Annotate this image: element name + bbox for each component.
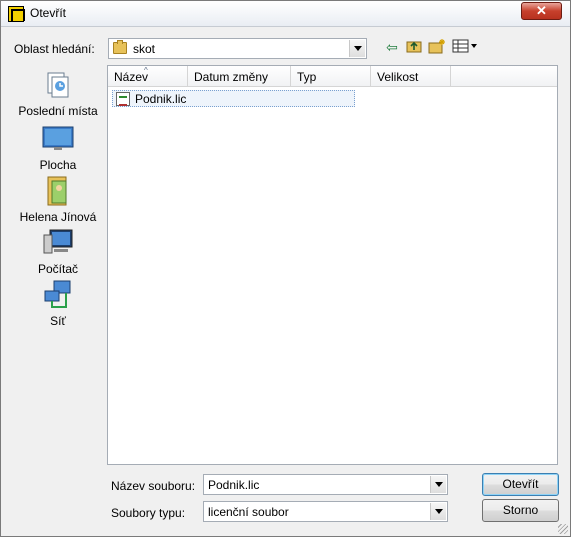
recent-places-icon xyxy=(42,69,74,101)
folder-icon xyxy=(113,40,127,54)
place-network[interactable]: Síť xyxy=(11,279,105,328)
network-icon xyxy=(42,279,74,311)
place-computer[interactable]: Počítač xyxy=(11,227,105,276)
app-icon xyxy=(8,6,25,22)
user-folder-icon xyxy=(42,175,74,207)
filetype-label: Soubory typu: xyxy=(111,506,186,520)
filename-label: Název souboru: xyxy=(111,479,196,493)
places-bar: Poslední místa Plocha Helena Jínová Počí… xyxy=(11,63,103,463)
file-name: Podnik.lic xyxy=(135,92,187,106)
title-bar[interactable]: Otevřít ✕ xyxy=(1,1,570,27)
views-menu-icon[interactable] xyxy=(452,38,478,56)
place-user[interactable]: Helena Jínová xyxy=(11,175,105,224)
list-item[interactable]: Podnik.lic xyxy=(112,90,355,107)
look-in-select[interactable]: skot xyxy=(108,38,367,59)
place-label: Poslední místa xyxy=(18,104,98,118)
back-arrow-icon[interactable]: ⇦ xyxy=(383,38,401,56)
chevron-down-icon[interactable] xyxy=(430,476,446,493)
column-header-name[interactable]: Název ^ xyxy=(108,66,188,87)
filename-input[interactable]: Podnik.lic xyxy=(203,474,448,495)
chevron-down-icon[interactable] xyxy=(430,503,446,520)
file-list[interactable]: Název ^ Datum změny Typ Velikost Podnik.… xyxy=(107,65,558,465)
place-recent[interactable]: Poslední místa xyxy=(11,69,105,118)
place-label: Počítač xyxy=(37,262,79,276)
close-button[interactable]: ✕ xyxy=(521,2,562,20)
chevron-down-icon[interactable] xyxy=(349,40,365,57)
place-label: Helena Jínová xyxy=(19,210,97,224)
desktop-icon xyxy=(42,123,74,155)
computer-icon xyxy=(42,227,74,259)
place-desktop[interactable]: Plocha xyxy=(11,123,105,172)
look-in-label: Oblast hledání: xyxy=(14,42,95,56)
column-header-size[interactable]: Velikost xyxy=(371,66,451,87)
look-in-value: skot xyxy=(133,42,156,56)
place-label: Síť xyxy=(50,314,66,328)
new-folder-icon[interactable] xyxy=(428,38,446,56)
column-header-filler xyxy=(451,66,557,87)
column-header-date[interactable]: Datum změny xyxy=(188,66,291,87)
column-header-type[interactable]: Typ xyxy=(291,66,371,87)
license-file-icon xyxy=(116,92,130,106)
resize-grip[interactable] xyxy=(558,524,568,534)
open-button[interactable]: Otevřít xyxy=(482,473,559,496)
sort-ascending-icon: ^ xyxy=(144,66,148,75)
up-folder-icon[interactable] xyxy=(405,38,423,56)
window-title: Otevřít xyxy=(30,6,67,20)
filetype-select[interactable]: licenční soubor xyxy=(203,501,448,522)
place-label: Plocha xyxy=(39,158,77,172)
open-dialog: Otevřít ✕ Oblast hledání: skot ⇦ Posledn… xyxy=(0,0,571,537)
cancel-button[interactable]: Storno xyxy=(482,499,559,522)
